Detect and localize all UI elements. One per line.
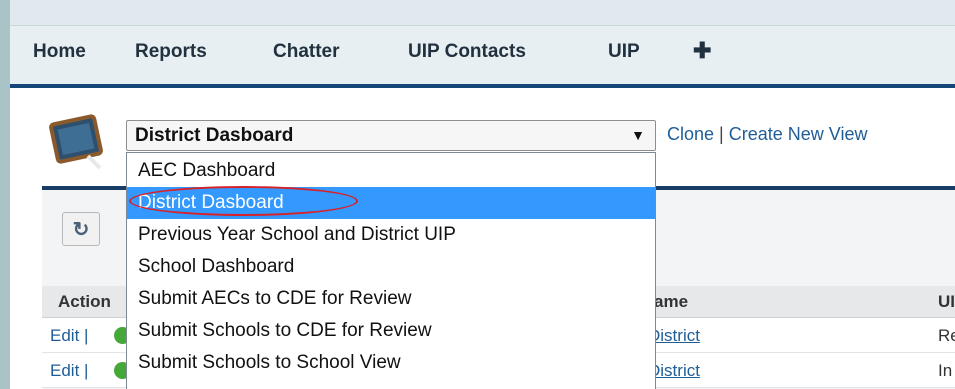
view-links: Clone | Create New View xyxy=(667,124,867,145)
clone-link[interactable]: Clone xyxy=(667,124,714,144)
chalkboard-icon xyxy=(48,112,110,170)
column-header-action[interactable]: Action xyxy=(58,292,111,312)
top-band xyxy=(10,0,955,26)
dropdown-option[interactable]: Submit AECs to CDE for Review xyxy=(127,283,655,315)
nav-uip-contacts[interactable]: UIP Contacts xyxy=(408,41,526,63)
nav-chatter[interactable]: Chatter xyxy=(273,41,340,63)
refresh-button[interactable]: ↻ xyxy=(62,212,100,246)
dropdown-option[interactable]: Previous Year School and District UIP xyxy=(127,219,655,251)
dropdown-option[interactable]: AEC Dashboard xyxy=(127,155,655,187)
view-select-value: District Dasboard xyxy=(135,125,294,146)
highlight-annotation xyxy=(129,186,358,216)
dropdown-option[interactable]: Submit Schools to School View xyxy=(127,347,655,379)
dropdown-option[interactable]: Submit Schools to CDE for Review xyxy=(127,315,655,347)
create-new-view-link[interactable]: Create New View xyxy=(729,124,868,144)
refresh-icon: ↻ xyxy=(72,219,90,241)
link-separator: | xyxy=(719,124,724,144)
chevron-down-icon: ▼ xyxy=(631,127,645,143)
add-tab-icon[interactable]: ✚ xyxy=(693,38,711,64)
edit-link[interactable]: Edit | xyxy=(50,361,88,381)
column-header-name[interactable]: ame xyxy=(654,292,688,312)
app-frame: Home Reports Chatter UIP Contacts UIP ✚ … xyxy=(10,0,955,389)
nav-uip[interactable]: UIP xyxy=(608,41,640,63)
edit-link[interactable]: Edit | xyxy=(50,326,88,346)
nav-bar: Home Reports Chatter UIP Contacts UIP ✚ xyxy=(10,26,955,88)
uip-status-cell: Re xyxy=(938,326,955,345)
view-select[interactable]: District Dasboard ▼ xyxy=(126,120,656,151)
column-header-uip[interactable]: UI xyxy=(938,292,955,312)
dropdown-option[interactable]: School Dashboard xyxy=(127,251,655,283)
nav-reports[interactable]: Reports xyxy=(135,41,207,63)
nav-home[interactable]: Home xyxy=(33,41,86,63)
uip-status-cell: In xyxy=(938,361,953,380)
